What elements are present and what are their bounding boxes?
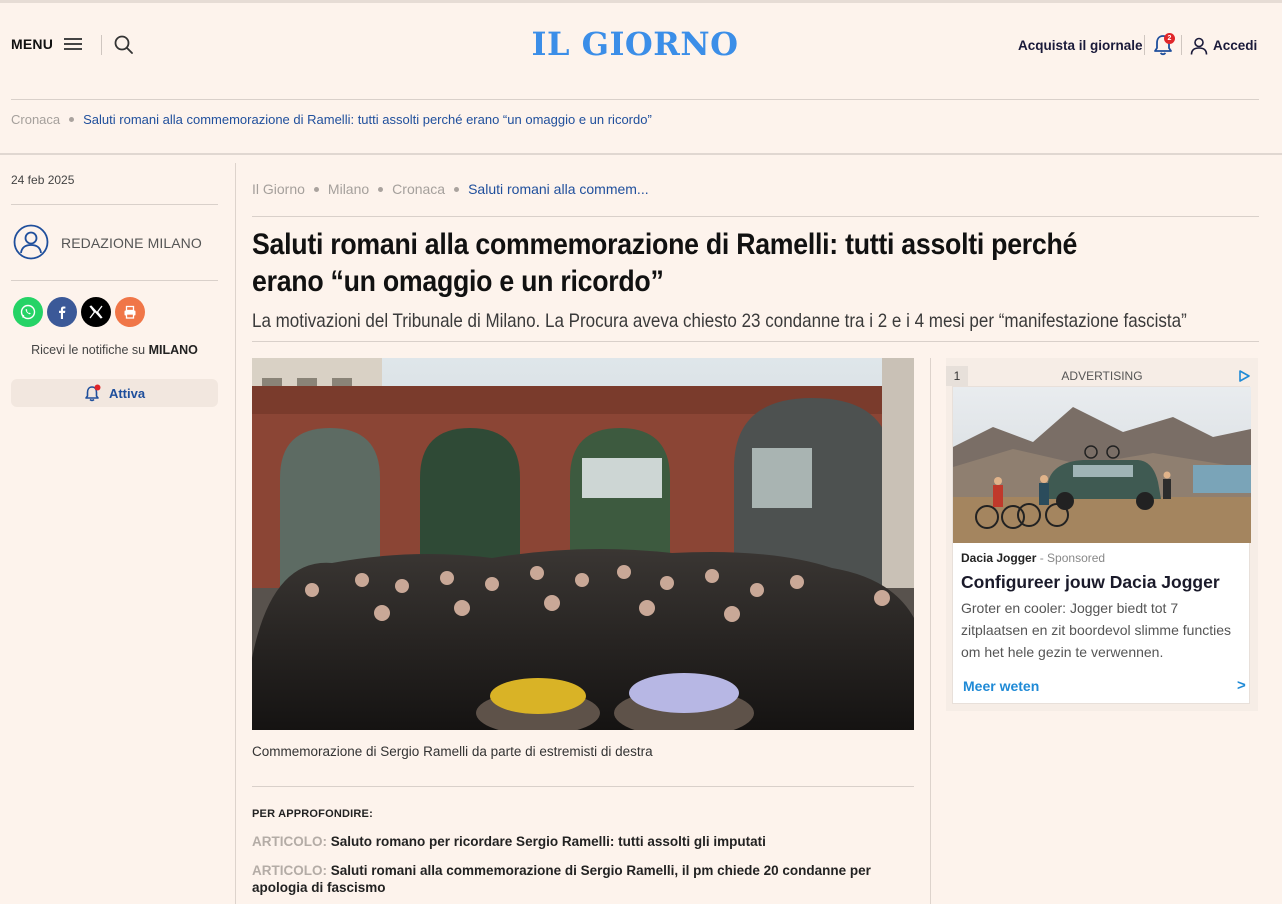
menu-label: MENU (11, 36, 54, 52)
ad-body: Groter en cooler: Jogger biedt tot 7 zit… (961, 600, 1232, 660)
breadcrumb-separator (454, 186, 460, 192)
related-title: Saluto romano per ricordare Sergio Ramel… (330, 834, 766, 849)
breadcrumb-current: Saluti romani alla commemorazione di Ram… (83, 112, 652, 127)
related-label: PER APPROFONDIRE: (252, 808, 373, 820)
section-divider (0, 153, 1282, 155)
user-icon[interactable] (1190, 37, 1208, 55)
site-logo[interactable]: IL GIORNO (507, 25, 763, 63)
article-date: 24 feb 2025 (11, 173, 75, 187)
hamburger-icon (64, 37, 83, 51)
advertising-box: 1 ADVERTISING Dacia Jogger - Sponsored C… (946, 358, 1258, 711)
header-divider (1181, 35, 1182, 55)
article-breadcrumb: Il Giorno Milano Cronaca Saluti romani a… (252, 181, 649, 197)
column-divider (235, 163, 236, 904)
related-tag: ARTICOLO: (252, 863, 327, 878)
notification-prompt-text: Ricevi le notifiche su (31, 343, 146, 357)
column-divider (930, 358, 931, 904)
ad-sponsored-label: - Sponsored (1039, 551, 1106, 565)
breadcrumb-separator (378, 186, 384, 192)
sidebar-divider (11, 204, 218, 205)
ad-brand-name: Dacia Jogger (961, 551, 1037, 565)
ad-image[interactable] (953, 387, 1251, 543)
breadcrumb-current: Saluti romani alla commem... (468, 181, 649, 197)
ad-card[interactable]: Dacia Jogger - Sponsored Configureer jou… (952, 386, 1251, 704)
search-icon[interactable] (114, 35, 134, 55)
breadcrumb-section-link[interactable]: Cronaca (11, 112, 60, 127)
adchoices-icon[interactable] (1238, 370, 1250, 382)
site-header: MENU IL GIORNO Acquista il giornale 2 Ac… (0, 3, 1282, 87)
article-photo[interactable] (252, 358, 914, 730)
notification-badge: 2 (1164, 33, 1175, 44)
breadcrumb-home-link[interactable]: Il Giorno (252, 181, 305, 197)
breadcrumb: Cronaca Saluti romani alla commemorazion… (11, 112, 652, 127)
related-article-link[interactable]: ARTICOLO: Saluto romano per ricordare Se… (252, 833, 892, 850)
buy-newspaper-link[interactable]: Acquista il giornale (1018, 38, 1143, 53)
notification-prompt: Ricevi le notifiche su MILANO (11, 343, 218, 357)
facebook-icon (59, 306, 66, 319)
activate-notifications-button[interactable]: Attiva (11, 379, 218, 407)
dacia-ad-photo (953, 387, 1251, 543)
share-buttons (13, 297, 145, 327)
whatsapp-icon (20, 304, 36, 320)
article-title: Saluti romani alla commemorazione di Ram… (252, 228, 1078, 298)
related-title: Saluti romani alla commemorazione di Ser… (252, 863, 871, 895)
author-name-link[interactable]: REDAZIONE MILANO (61, 235, 202, 251)
related-tag: ARTICOLO: (252, 834, 327, 849)
bell-icon (85, 384, 101, 402)
ad-headline[interactable]: Configureer jouw Dacia Jogger (961, 572, 1220, 593)
x-icon (89, 305, 103, 319)
login-link[interactable]: Accedi (1213, 38, 1257, 53)
ad-cta-link[interactable]: Meer weten (963, 678, 1039, 694)
notification-topic: MILANO (148, 343, 198, 357)
x-share-button[interactable] (81, 297, 111, 327)
related-article-link[interactable]: ARTICOLO: Saluti romani alla commemorazi… (252, 862, 892, 896)
menu-button[interactable]: MENU (11, 36, 83, 52)
header-divider (1144, 35, 1145, 55)
whatsapp-share-button[interactable] (13, 297, 43, 327)
ad-cta-arrow-icon[interactable]: > (1237, 677, 1246, 694)
subtitle-divider (252, 341, 1259, 342)
ad-label: ADVERTISING (1061, 369, 1143, 383)
breadcrumb-city-link[interactable]: Milano (328, 181, 369, 197)
photo-caption: Commemorazione di Sergio Ramelli da part… (252, 744, 653, 759)
author-avatar-icon (13, 224, 49, 260)
activate-label: Attiva (108, 385, 146, 401)
notifications-button[interactable]: 2 (1153, 33, 1175, 56)
breadcrumb-section-link[interactable]: Cronaca (392, 181, 445, 197)
commemoration-photo (252, 358, 914, 730)
article-subtitle: La motivazioni del Tribunale di Milano. … (252, 310, 1187, 332)
title-divider (252, 216, 1259, 217)
facebook-share-button[interactable] (47, 297, 77, 327)
breadcrumb-divider (11, 99, 1259, 100)
header-divider (101, 35, 102, 55)
breadcrumb-separator (69, 117, 75, 122)
print-icon (124, 305, 136, 319)
caption-divider (252, 786, 914, 787)
breadcrumb-separator (313, 186, 319, 192)
ad-brand: Dacia Jogger - Sponsored (961, 551, 1105, 565)
sidebar-divider (11, 280, 218, 281)
print-button[interactable] (115, 297, 145, 327)
